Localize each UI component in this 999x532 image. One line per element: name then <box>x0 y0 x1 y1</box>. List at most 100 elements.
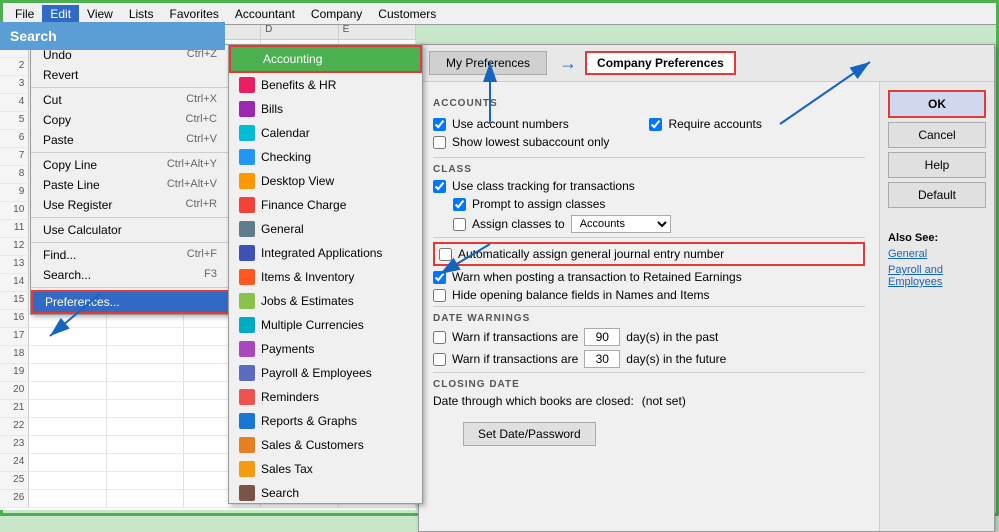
items-icon <box>239 269 255 285</box>
menu-copy[interactable]: CopyCtrl+C <box>31 110 229 130</box>
accounting-icon <box>241 51 257 67</box>
payments-icon <box>239 341 255 357</box>
acct-integrated[interactable]: Integrated Applications <box>229 241 422 265</box>
require-accounts-checkbox[interactable] <box>649 118 662 131</box>
acct-benefits-hr[interactable]: Benefits & HR <box>229 73 422 97</box>
search-bar: Search <box>0 22 225 50</box>
hide-opening-balance-row: Hide opening balance fields in Names and… <box>433 288 865 302</box>
acct-sales-tax[interactable]: Sales Tax <box>229 457 422 481</box>
menu-accountant[interactable]: Accountant <box>227 5 303 23</box>
menu-paste-line[interactable]: Paste LineCtrl+Alt+V <box>31 175 229 195</box>
warn-future-checkbox[interactable] <box>433 353 446 366</box>
help-button[interactable]: Help <box>888 152 986 178</box>
accounts-section-label: ACCOUNTS <box>433 98 865 109</box>
require-accounts-label: Require accounts <box>668 117 761 131</box>
not-set-label: (not set) <box>642 394 686 408</box>
prompt-assign-label: Prompt to assign classes <box>472 197 605 211</box>
jobs-icon <box>239 293 255 309</box>
acct-general[interactable]: General <box>229 217 422 241</box>
menu-edit[interactable]: Edit <box>42 5 79 23</box>
cancel-button[interactable]: Cancel <box>888 122 986 148</box>
acct-desktop-view[interactable]: Desktop View <box>229 169 422 193</box>
show-lowest-row: Show lowest subaccount only <box>433 135 609 149</box>
menu-cut[interactable]: CutCtrl+X <box>31 90 229 110</box>
desktop-icon <box>239 173 255 189</box>
default-button[interactable]: Default <box>888 182 986 208</box>
show-lowest-checkbox[interactable] <box>433 136 446 149</box>
acct-currencies[interactable]: Multiple Currencies <box>229 313 422 337</box>
date-warning-future-row: Warn if transactions are day(s) in the f… <box>433 350 865 368</box>
acct-finance-charge[interactable]: Finance Charge <box>229 193 422 217</box>
assign-classes-label: Assign classes to <box>472 217 565 231</box>
closing-date-text: Date through which books are closed: <box>433 394 634 408</box>
menu-search[interactable]: Search...F3 <box>31 265 229 285</box>
sales-tax-icon <box>239 461 255 477</box>
acct-payments[interactable]: Payments <box>229 337 422 361</box>
use-class-tracking-label: Use class tracking for transactions <box>452 179 635 193</box>
prompt-assign-classes-row: Prompt to assign classes <box>453 197 865 211</box>
also-see-label: Also See: <box>888 232 986 244</box>
use-account-numbers-checkbox[interactable] <box>433 118 446 131</box>
general-icon <box>239 221 255 237</box>
journal-entry-label: Automatically assign general journal ent… <box>458 247 724 261</box>
days-future-input[interactable] <box>584 350 620 368</box>
also-see-payroll[interactable]: Payroll and Employees <box>888 264 986 288</box>
menu-find[interactable]: Find...Ctrl+F <box>31 245 229 265</box>
acct-sales-customers[interactable]: Sales & Customers <box>229 433 422 457</box>
also-see-general[interactable]: General <box>888 248 986 260</box>
hide-opening-checkbox[interactable] <box>433 289 446 302</box>
menu-company[interactable]: Company <box>303 5 370 23</box>
warn-retained-checkbox[interactable] <box>433 271 446 284</box>
ok-button[interactable]: OK <box>888 90 986 118</box>
warn-past-checkbox[interactable] <box>433 331 446 344</box>
warn-retained-earnings-row: Warn when posting a transaction to Retai… <box>433 270 865 284</box>
journal-entry-row: Automatically assign general journal ent… <box>433 242 865 266</box>
warn-retained-label: Warn when posting a transaction to Retai… <box>452 270 742 284</box>
acct-search[interactable]: Search <box>229 481 422 504</box>
closing-date-row: Date through which books are closed: (no… <box>433 394 865 408</box>
accounting-dropdown: Accounting Benefits & HR Bills Calendar … <box>228 44 423 504</box>
acct-payroll[interactable]: Payroll & Employees <box>229 361 422 385</box>
reminders-icon <box>239 389 255 405</box>
assign-classes-to-row: Assign classes to Accounts <box>453 215 865 233</box>
assign-classes-dropdown[interactable]: Accounts <box>571 215 671 233</box>
menu-use-register[interactable]: Use RegisterCtrl+R <box>31 195 229 215</box>
set-date-button[interactable]: Set Date/Password <box>463 422 596 446</box>
search-icon <box>239 485 255 501</box>
menu-lists[interactable]: Lists <box>121 5 162 23</box>
require-accounts-row: Require accounts <box>649 117 761 131</box>
arrow-right-icon: → <box>559 53 577 74</box>
acct-checking[interactable]: Checking <box>229 145 422 169</box>
menu-favorites[interactable]: Favorites <box>162 5 227 23</box>
acct-items-inventory[interactable]: Items & Inventory <box>229 265 422 289</box>
edit-dropdown-menu: UndoCtrl+Z Revert CutCtrl+X CopyCtrl+C P… <box>30 44 230 315</box>
menu-use-calculator[interactable]: Use Calculator <box>31 220 229 240</box>
menu-copy-line[interactable]: Copy LineCtrl+Alt+Y <box>31 155 229 175</box>
journal-entry-checkbox[interactable] <box>439 248 452 261</box>
buttons-sidebar: OK Cancel Help Default Also See: General… <box>879 82 994 531</box>
company-preferences-label[interactable]: Company Preferences <box>585 51 736 75</box>
acct-jobs[interactable]: Jobs & Estimates <box>229 289 422 313</box>
menu-view[interactable]: View <box>79 5 121 23</box>
acct-calendar[interactable]: Calendar <box>229 121 422 145</box>
acct-accounting[interactable]: Accounting <box>229 45 422 73</box>
menu-revert[interactable]: Revert <box>31 65 229 85</box>
benefits-icon <box>239 77 255 93</box>
warn-past-prefix: Warn if transactions are <box>452 330 578 344</box>
menu-preferences[interactable]: Preferences... <box>31 290 229 314</box>
prompt-assign-checkbox[interactable] <box>453 198 466 211</box>
acct-reminders[interactable]: Reminders <box>229 385 422 409</box>
menu-customers[interactable]: Customers <box>370 5 444 23</box>
my-preferences-tab[interactable]: My Preferences <box>429 51 547 75</box>
days-past-input[interactable] <box>584 328 620 346</box>
show-lowest-label: Show lowest subaccount only <box>452 135 609 149</box>
menu-paste[interactable]: PasteCtrl+V <box>31 130 229 150</box>
acct-reports[interactable]: Reports & Graphs <box>229 409 422 433</box>
acct-bills[interactable]: Bills <box>229 97 422 121</box>
menu-file[interactable]: File <box>7 5 42 23</box>
use-class-tracking-checkbox[interactable] <box>433 180 446 193</box>
assign-classes-checkbox[interactable] <box>453 218 466 231</box>
search-label: Search <box>10 28 57 44</box>
checking-icon <box>239 149 255 165</box>
use-account-numbers-label: Use account numbers <box>452 117 569 131</box>
